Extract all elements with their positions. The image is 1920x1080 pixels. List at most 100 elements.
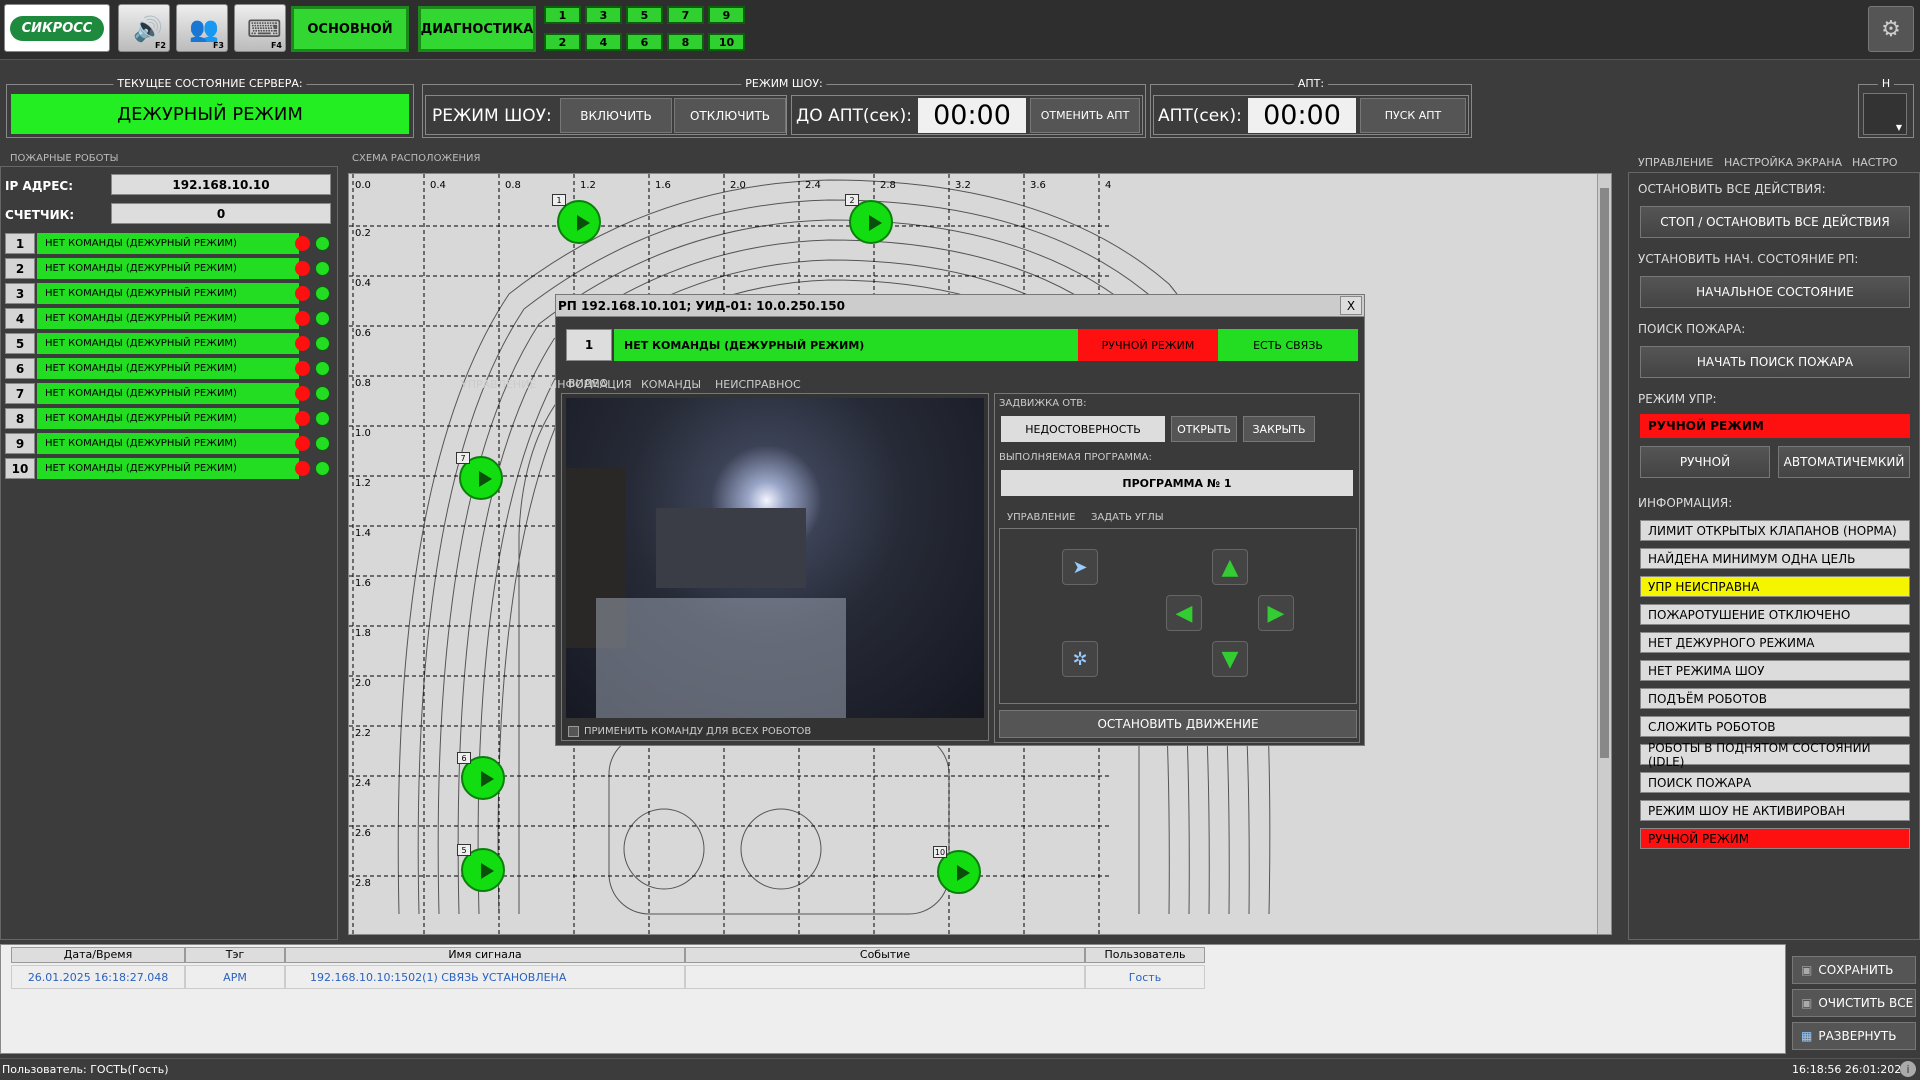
robot-select-button-2[interactable]: 2	[544, 33, 581, 51]
move-up-button[interactable]: ▲	[1212, 549, 1248, 585]
x-grid-label: 2.4	[805, 180, 821, 191]
robot-tag-7: 7	[456, 452, 470, 464]
info-icon[interactable]: i	[1900, 1061, 1916, 1077]
robot-status: НЕТ КОМАНДЫ (ДЕЖУРНЫЙ РЕЖИМ)	[37, 308, 299, 329]
save-log-button[interactable]: ▣ СОХРАНИТЬ	[1792, 956, 1916, 984]
show-on-button[interactable]: ВКЛЮЧИТЬ	[560, 98, 672, 133]
video-frame: ПРИМЕНИТЬ КОМАНДУ ДЛЯ ВСЕХ РОБОТОВ	[561, 393, 989, 741]
log-cell	[685, 965, 1085, 989]
robot-dialog: РП 192.168.10.101; УИД-01: 10.0.250.150 …	[461, 294, 1365, 746]
close-button[interactable]: X	[1340, 296, 1362, 315]
robot-row[interactable]: 8 НЕТ КОМАНДЫ (ДЕЖУРНЫЙ РЕЖИМ)	[5, 408, 333, 429]
robot-status: НЕТ КОМАНДЫ (ДЕЖУРНЫЙ РЕЖИМ)	[37, 233, 299, 254]
info-item: НЕТ ДЕЖУРНОГО РЕЖИМА	[1640, 632, 1910, 653]
y-grid-label: 2.0	[355, 678, 371, 689]
stop-all-button[interactable]: СТОП / ОСТАНОВИТЬ ВСЕ ДЕЙСТВИЯ	[1640, 206, 1910, 238]
y-grid-label: 2.4	[355, 778, 371, 789]
robot-select-button-10[interactable]: 10	[708, 33, 745, 51]
show-controls-box: РЕЖИМ ШОУ: ВКЛЮЧИТЬ ОТКЛЮЧИТЬ	[425, 95, 787, 135]
robot-row[interactable]: 4 НЕТ КОМАНДЫ (ДЕЖУРНЫЙ РЕЖИМ)	[5, 308, 333, 329]
manual-mode-button[interactable]: РУЧНОЙ	[1640, 446, 1770, 478]
log-header[interactable]: Тэг	[185, 947, 285, 963]
subtab-control[interactable]: УПРАВЛЕНИЕ	[1007, 512, 1076, 523]
dialog-tab-1[interactable]: ИНФОРМАЦИЯ	[549, 378, 632, 391]
robot-row[interactable]: 5 НЕТ КОМАНДЫ (ДЕЖУРНЫЙ РЕЖИМ)	[5, 333, 333, 354]
robot-select-button-7[interactable]: 7	[667, 6, 704, 24]
dialog-tab-2[interactable]: КОМАНДЫ	[641, 378, 701, 391]
robot-row[interactable]: 1 НЕТ КОМАНДЫ (ДЕЖУРНЫЙ РЕЖИМ)	[5, 233, 333, 254]
expand-log-label: РАЗВЕРНУТЬ	[1818, 1029, 1897, 1043]
clear-log-button[interactable]: ▣ ОЧИСТИТЬ ВСЕ	[1792, 989, 1916, 1017]
auto-mode-button[interactable]: АВТОМАТИЧЕМКИЙ	[1778, 446, 1910, 478]
nozzle-narrow-button[interactable]: ➤	[1062, 549, 1098, 585]
robot-row[interactable]: 6 НЕТ КОМАНДЫ (ДЕЖУРНЫЙ РЕЖИМ)	[5, 358, 333, 379]
robot-row[interactable]: 2 НЕТ КОМАНДЫ (ДЕЖУРНЫЙ РЕЖИМ)	[5, 258, 333, 279]
robot-select-button-4[interactable]: 4	[585, 33, 622, 51]
robot-marker-2[interactable]	[849, 200, 893, 244]
stop-move-button[interactable]: ОСТАНОВИТЬ ДВИЖЕНИЕ	[999, 710, 1357, 738]
y-grid-label: 1.6	[355, 578, 371, 589]
users-button[interactable]: 👥 F3	[176, 4, 228, 52]
dialog-link: ЕСТЬ СВЯЗЬ	[1218, 329, 1358, 361]
camera-video-image	[566, 398, 984, 718]
valve-open-button[interactable]: ОТКРЫТЬ	[1171, 416, 1237, 442]
fire-search-button[interactable]: НАЧАТЬ ПОИСК ПОЖАРА	[1640, 346, 1910, 378]
log-header[interactable]: Событие	[685, 947, 1085, 963]
robot-tag-5: 5	[457, 844, 471, 856]
right-tab-0[interactable]: УПРАВЛЕНИЕ	[1638, 156, 1713, 169]
expand-log-button[interactable]: ▦ РАЗВЕРНУТЬ	[1792, 1022, 1916, 1050]
robot-select-button-9[interactable]: 9	[708, 6, 745, 24]
right-tab-2[interactable]: НАСТРО	[1852, 156, 1898, 169]
counter-label: СЧЕТЧИК:	[5, 208, 75, 222]
robot-row[interactable]: 7 НЕТ КОМАНДЫ (ДЕЖУРНЫЙ РЕЖИМ)	[5, 383, 333, 404]
robot-select-button-6[interactable]: 6	[626, 33, 663, 51]
robot-row[interactable]: 9 НЕТ КОМАНДЫ (ДЕЖУРНЫЙ РЕЖИМ)	[5, 433, 333, 454]
link-indicator	[315, 286, 330, 301]
valve-close-button[interactable]: ЗАКРЫТЬ	[1243, 416, 1315, 442]
diagnostics-button[interactable]: ДИАГНОСТИКА	[418, 6, 536, 52]
subtab-angles[interactable]: ЗАДАТЬ УГЛЫ	[1091, 512, 1164, 523]
move-left-button[interactable]: ◀	[1166, 595, 1202, 631]
show-off-button[interactable]: ОТКЛЮЧИТЬ	[674, 98, 786, 133]
nozzle-wide-button[interactable]: ✲	[1062, 641, 1098, 677]
show-mode-group: РЕЖИМ ШОУ: РЕЖИМ ШОУ: ВКЛЮЧИТЬ ОТКЛЮЧИТЬ…	[422, 77, 1146, 138]
cancel-apt-button[interactable]: ОТМЕНИТЬ АПТ	[1030, 98, 1140, 133]
link-indicator	[315, 411, 330, 426]
log-header[interactable]: Пользователь	[1085, 947, 1205, 963]
log-header[interactable]: Имя сигнала	[285, 947, 685, 963]
apply-all-checkbox[interactable]	[568, 726, 579, 737]
move-down-button[interactable]: ▼	[1212, 641, 1248, 677]
log-header[interactable]: Дата/Время	[11, 947, 185, 963]
link-indicator	[315, 361, 330, 376]
main-mode-button[interactable]: ОСНОВНОЙ	[291, 6, 409, 52]
robot-select-button-8[interactable]: 8	[667, 33, 704, 51]
robot-select-button-3[interactable]: 3	[585, 6, 622, 24]
dialog-tab-0[interactable]: УПРАВЛЕНИЕ	[461, 378, 536, 391]
valve-label: ЗАДВИЖКА ОТВ:	[999, 398, 1087, 409]
info-item: ПОДЪЁМ РОБОТОВ	[1640, 688, 1910, 709]
ip-value: 192.168.10.10	[111, 174, 331, 195]
robot-row[interactable]: 10 НЕТ КОМАНДЫ (ДЕЖУРНЫЙ РЕЖИМ)	[5, 458, 333, 479]
sound-button[interactable]: 🔊 F2	[118, 4, 170, 52]
robot-number: 8	[5, 408, 35, 429]
arrow-right-icon: ▶	[1267, 600, 1285, 626]
building-center	[656, 508, 806, 588]
robot-status: НЕТ КОМАНДЫ (ДЕЖУРНЫЙ РЕЖИМ)	[37, 358, 299, 379]
scrollbar-thumb[interactable]	[1600, 188, 1609, 758]
expand-icon: ▦	[1801, 1029, 1813, 1043]
schema-scrollbar[interactable]	[1597, 174, 1611, 934]
robot-select-button-5[interactable]: 5	[626, 6, 663, 24]
right-tab-1[interactable]: НАСТРОЙКА ЭКРАНА	[1724, 156, 1842, 169]
init-state-button[interactable]: НАЧАЛЬНОЕ СОСТОЯНИЕ	[1640, 276, 1910, 308]
robot-tag-10: 10	[933, 846, 947, 858]
move-right-button[interactable]: ▶	[1258, 595, 1294, 631]
robot-select-button-1[interactable]: 1	[544, 6, 581, 24]
settings-button[interactable]: ⚙	[1868, 6, 1914, 52]
robot-row[interactable]: 3 НЕТ КОМАНДЫ (ДЕЖУРНЫЙ РЕЖИМ)	[5, 283, 333, 304]
h-dropdown[interactable]: ▼	[1863, 93, 1907, 135]
dialog-tab-3[interactable]: НЕИСПРАВНОС	[715, 378, 801, 391]
keyboard-button[interactable]: ⌨ F4	[234, 4, 286, 52]
robot-marker-1[interactable]	[557, 200, 601, 244]
chevron-down-icon: ▼	[1895, 123, 1902, 132]
start-apt-button[interactable]: ПУСК АПТ	[1360, 98, 1466, 133]
